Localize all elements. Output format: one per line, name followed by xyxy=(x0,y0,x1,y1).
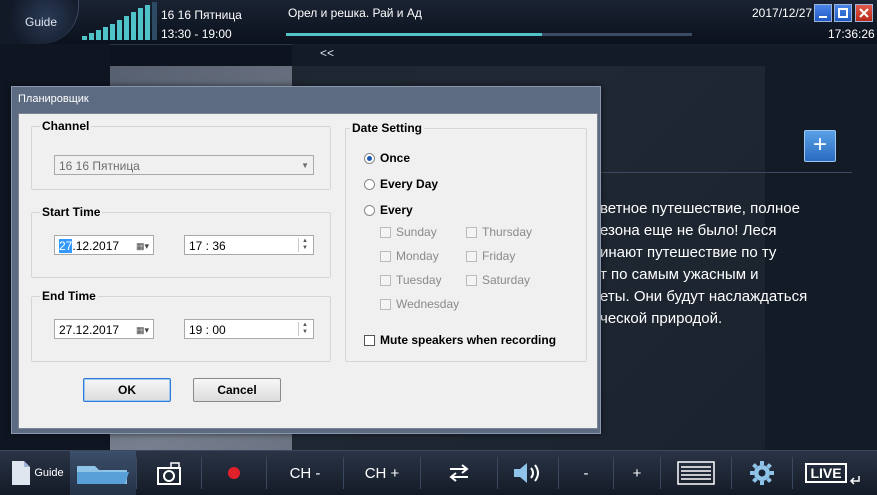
end-time-label: End Time xyxy=(40,289,98,303)
radio-every-day[interactable] xyxy=(364,179,375,190)
checkbox-tuesday[interactable] xyxy=(380,275,391,286)
scheduler-dialog: Планировщик Channel 16 16 Пятница ▼ Star… xyxy=(11,86,601,434)
channel-name: 16 16 Пятница xyxy=(161,8,242,22)
checkbox-friday[interactable] xyxy=(466,251,477,262)
cancel-button[interactable]: Cancel xyxy=(193,378,281,402)
radio-once-label: Once xyxy=(380,151,411,165)
end-time-group: End Time 27.12.2017 ▦▾ 19 : 00 ▲ ▼ xyxy=(31,289,331,362)
record-icon xyxy=(228,467,240,479)
ok-button[interactable]: OK xyxy=(83,378,171,402)
toolbar-settings-button[interactable] xyxy=(732,451,792,495)
volume-down-button[interactable]: - xyxy=(559,451,613,495)
checkbox-mute-label: Mute speakers when recording xyxy=(380,333,557,347)
document-icon xyxy=(12,461,31,485)
info-divider xyxy=(600,172,852,173)
start-date-picker[interactable]: 27.12.2017 ▦▾ xyxy=(54,235,154,255)
toolbar-snapshot-button[interactable] xyxy=(137,451,201,495)
start-time-field[interactable]: 17 : 36 ▲ ▼ xyxy=(184,235,314,255)
volume-up-button[interactable]: + xyxy=(614,451,660,495)
checkbox-wednesday[interactable] xyxy=(380,299,391,310)
toolbar-swap-button[interactable] xyxy=(421,451,497,495)
date-setting-label: Date Setting xyxy=(350,121,425,135)
checkbox-friday-label: Friday xyxy=(482,249,516,263)
checkbox-sunday-label: Sunday xyxy=(396,225,437,239)
toolbar-guide-label: Guide xyxy=(34,467,64,479)
channel-down-button[interactable]: CH - xyxy=(267,451,343,495)
chevron-down-icon: ▼ xyxy=(301,161,309,170)
checkbox-wednesday-label: Wednesday xyxy=(396,297,460,311)
close-icon xyxy=(859,8,869,18)
program-title: Орел и решка. Рай и Ад xyxy=(288,6,422,20)
start-time-label: Start Time xyxy=(40,205,103,219)
dialog-body: Channel 16 16 Пятница ▼ Start Time 27.12… xyxy=(18,113,598,429)
checkbox-mute[interactable] xyxy=(364,335,375,346)
top-status-bar: Guide 16 16 Пятница 13:30 - 19:00 Орел и… xyxy=(0,0,877,45)
program-progress-bar xyxy=(286,33,692,36)
calendar-icon[interactable]: ▦▾ xyxy=(136,236,149,256)
time-spinner[interactable]: ▲ ▼ xyxy=(298,322,311,336)
bottom-toolbar: Guide CH - CH + - + LIVE xyxy=(0,450,877,495)
minimize-icon xyxy=(819,16,827,18)
live-label: LIVE xyxy=(805,463,847,483)
checkbox-monday[interactable] xyxy=(380,251,391,262)
return-arrow-icon xyxy=(849,476,860,485)
radio-every-day-label: Every Day xyxy=(380,177,439,191)
checkbox-monday-label: Monday xyxy=(396,249,439,263)
start-date-rest: .12.2017 xyxy=(72,239,120,253)
channel-select[interactable]: 16 16 Пятница ▼ xyxy=(54,155,314,175)
checkbox-thursday[interactable] xyxy=(466,227,477,238)
maximize-button[interactable] xyxy=(834,4,852,22)
checkbox-saturday[interactable] xyxy=(466,275,477,286)
channel-time: 13:30 - 19:00 xyxy=(161,27,232,41)
toolbar-guide-button[interactable]: Guide xyxy=(4,451,70,495)
start-date-day: 27 xyxy=(59,239,73,253)
add-schedule-button[interactable]: + xyxy=(804,130,836,162)
date-setting-group: Date Setting Once Every Day Every Sunday… xyxy=(345,121,587,362)
folder-icon xyxy=(77,466,129,484)
toolbar-live-button[interactable]: LIVE xyxy=(793,451,873,495)
radio-every[interactable] xyxy=(364,205,375,216)
current-date: 2017/12/27 xyxy=(752,6,813,20)
list-icon xyxy=(677,461,715,485)
time-spinner[interactable]: ▲ ▼ xyxy=(298,238,311,252)
calendar-icon[interactable]: ▦▾ xyxy=(136,320,149,340)
current-clock: 17:36:26 xyxy=(828,27,875,41)
checkbox-tuesday-label: Tuesday xyxy=(396,273,442,287)
maximize-icon xyxy=(838,8,848,18)
checkbox-sunday[interactable] xyxy=(380,227,391,238)
channel-group-label: Channel xyxy=(40,119,92,133)
toolbar-mute-button[interactable] xyxy=(498,451,558,495)
end-time-field[interactable]: 19 : 00 ▲ ▼ xyxy=(184,319,314,339)
dialog-title: Планировщик xyxy=(18,93,89,105)
toolbar-channel-list-button[interactable] xyxy=(661,451,731,495)
radio-once[interactable] xyxy=(364,153,375,164)
program-description: ветное путешествие, полное езона еще не … xyxy=(600,200,808,327)
guide-label: Guide xyxy=(25,15,58,29)
signal-strength-icon xyxy=(82,0,158,44)
end-date-value: 27.12.2017 xyxy=(59,323,120,337)
start-time-group: Start Time 27.12.2017 ▦▾ 17 : 36 ▲ ▼ xyxy=(31,205,331,278)
end-time-value: 19 : 00 xyxy=(189,323,226,337)
channel-group: Channel 16 16 Пятница ▼ xyxy=(31,119,331,190)
camera-icon xyxy=(157,462,181,485)
radio-every-label: Every xyxy=(380,203,413,217)
toolbar-record-button[interactable] xyxy=(202,451,266,495)
checkbox-thursday-label: Thursday xyxy=(482,225,533,239)
start-time-value: 17 : 36 xyxy=(189,239,226,253)
minimize-button[interactable] xyxy=(814,4,832,22)
end-date-picker[interactable]: 27.12.2017 ▦▾ xyxy=(54,319,154,339)
checkbox-saturday-label: Saturday xyxy=(482,273,531,287)
channel-select-value: 16 16 Пятница xyxy=(59,159,140,173)
toolbar-folder-button[interactable] xyxy=(70,451,136,495)
swap-icon xyxy=(449,464,469,482)
collapse-panel-button[interactable]: << xyxy=(320,46,334,60)
channel-up-button[interactable]: CH + xyxy=(344,451,420,495)
gear-icon xyxy=(750,461,774,485)
close-button[interactable] xyxy=(855,4,873,22)
program-progress-fill xyxy=(286,33,542,36)
speaker-icon xyxy=(514,463,539,483)
